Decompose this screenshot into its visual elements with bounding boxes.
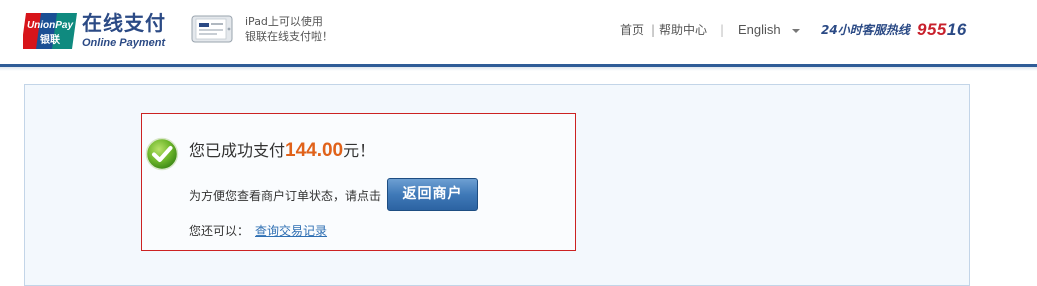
brand-title: 在线支付 <box>82 11 166 35</box>
logo-text-unionpay: UnionPay <box>27 20 74 31</box>
nav-help-link[interactable]: 帮助中心 <box>659 22 707 38</box>
header-shadow <box>0 67 1037 71</box>
return-to-merchant-button[interactable]: 返回商户 <box>387 178 478 211</box>
also-can-label: 您还可以： <box>189 224 250 238</box>
return-hint-text: 为方便您查看商户订单状态，请点击 <box>189 189 382 203</box>
nav-separator: | <box>651 23 656 37</box>
hotline-number-part2: 16 <box>946 20 967 39</box>
logo-text-yinlian: 银联 <box>40 33 60 46</box>
check-circle-icon <box>145 137 179 171</box>
hotline-number-part1: 955 <box>917 20 947 39</box>
ipad-promo-line2: 银联在线支付啦！ <box>245 30 333 43</box>
payment-success-message: 您已成功支付144.00元！ <box>189 139 375 163</box>
payment-amount: 144.00 <box>285 140 344 161</box>
brand-subtitle: Online Payment <box>82 37 166 49</box>
site-header: UnionPay 银联 在线支付 Online Payment iPad上可以使… <box>0 0 1037 64</box>
ipad-icon <box>191 15 233 43</box>
chevron-down-icon[interactable] <box>792 29 800 33</box>
hotline-number: 95516 <box>917 19 967 41</box>
success-prefix: 您已成功支付 <box>189 141 286 160</box>
hotline-label: 24小时客服热线 <box>821 23 910 37</box>
success-suffix: 元！ <box>343 141 376 160</box>
language-selector[interactable]: English <box>738 22 781 38</box>
query-transactions-link[interactable]: 查询交易记录 <box>255 223 327 239</box>
ipad-promo-line1: iPad上可以使用 <box>245 15 323 28</box>
unionpay-logo[interactable]: UnionPay 银联 <box>23 13 77 49</box>
nav-separator: | <box>720 23 725 37</box>
nav-home-link[interactable]: 首页 <box>620 22 644 38</box>
